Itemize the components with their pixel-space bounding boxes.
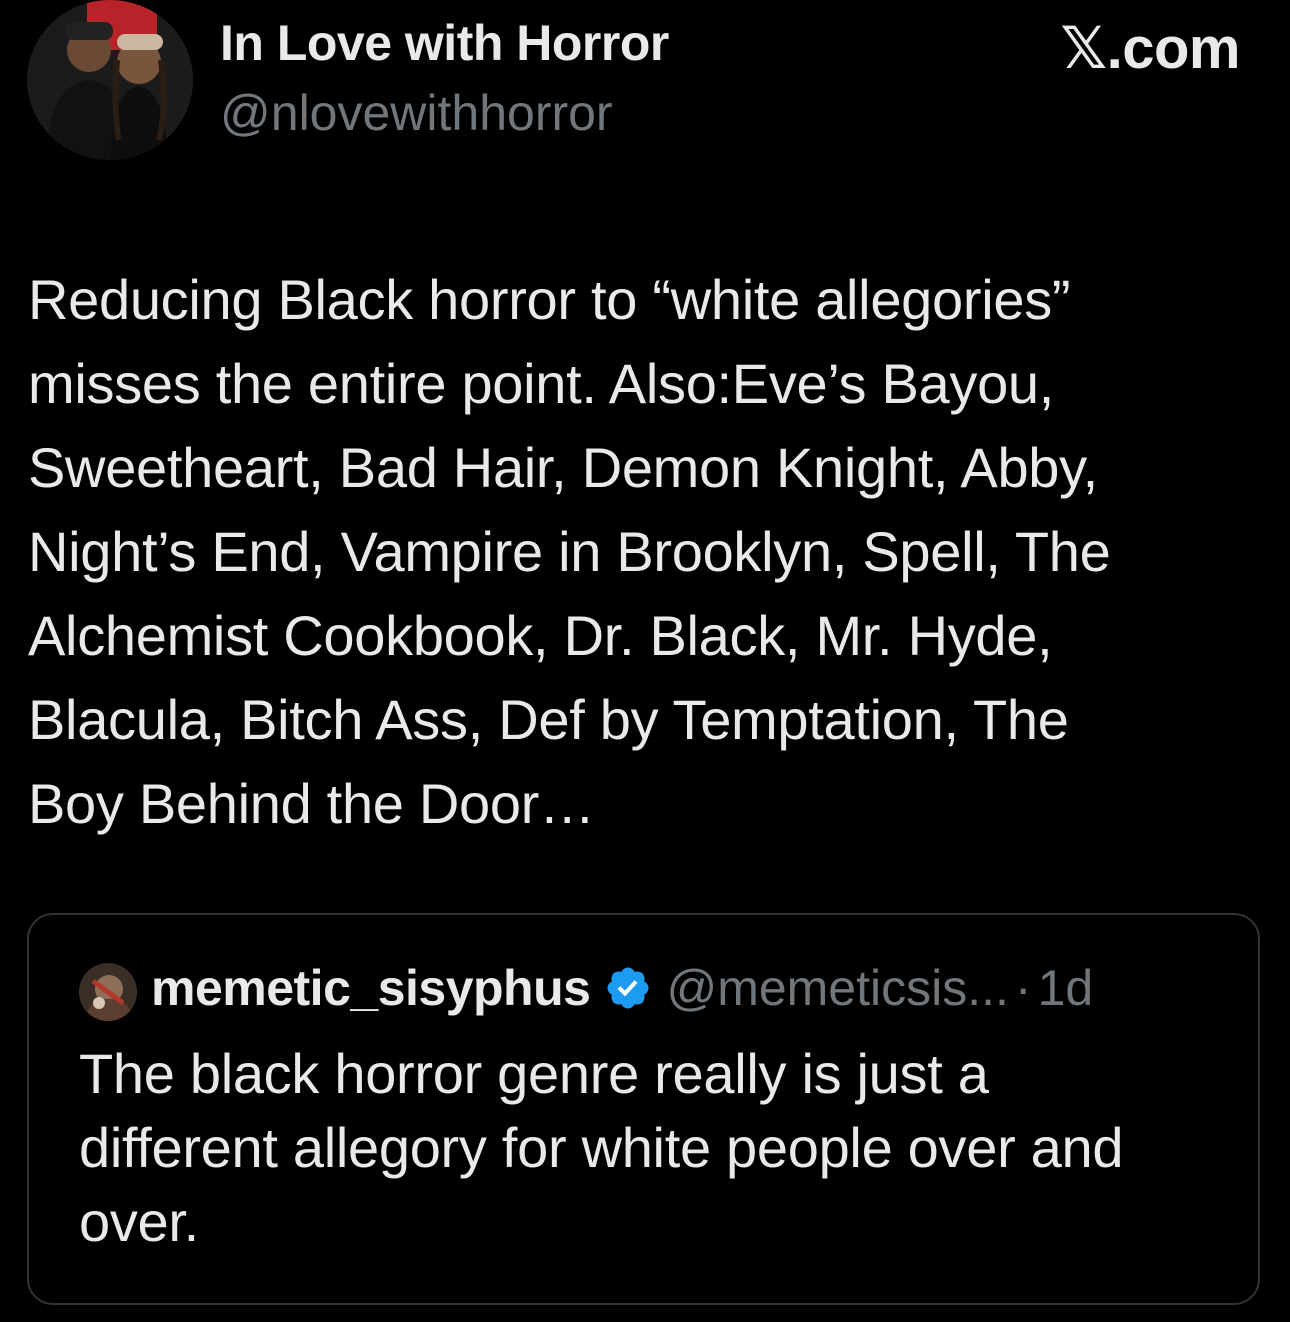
quoted-tweet-text: The black horror genre really is just a … — [79, 1037, 1209, 1259]
tweet-text-line: Night’s End, Vampire in Brooklyn, Spell,… — [28, 520, 1111, 583]
author-handle[interactable]: @nlovewithhorror — [220, 84, 613, 142]
separator-dot: · — [1014, 960, 1032, 1016]
author-avatar[interactable] — [27, 0, 193, 160]
quoted-tweet-header: memetic_sisyphus @memeticsis... · 1d — [151, 959, 1093, 1017]
tweet-text-line: Alchemist Cookbook, Dr. Black, Mr. Hyde, — [28, 604, 1053, 667]
quoted-author-avatar[interactable] — [79, 963, 137, 1021]
site-logo: 𝕏.com — [1060, 16, 1240, 81]
tweet-text-line: Reducing Black horror to “white allegori… — [28, 268, 1071, 331]
quoted-text-line: over. — [79, 1190, 199, 1253]
quoted-profile-photo-icon — [79, 963, 137, 1021]
author-name[interactable]: In Love with Horror — [220, 14, 669, 72]
quoted-author-handle[interactable]: @memeticsis... — [666, 959, 1008, 1017]
tweet-text-line: Boy Behind the Door… — [28, 772, 595, 835]
quoted-tweet-timestamp[interactable]: 1d — [1038, 959, 1094, 1017]
tweet-text: Reducing Black horror to “white allegori… — [28, 258, 1273, 846]
verified-badge-icon — [607, 967, 649, 1009]
quoted-author-name[interactable]: memetic_sisyphus — [151, 959, 591, 1017]
quoted-tweet-card[interactable]: memetic_sisyphus @memeticsis... · 1d The… — [27, 913, 1260, 1305]
quoted-text-line: different allegory for white people over… — [79, 1116, 1124, 1179]
tweet-text-line: Sweetheart, Bad Hair, Demon Knight, Abby… — [28, 436, 1098, 499]
quoted-text-line: The black horror genre really is just a — [79, 1042, 989, 1105]
profile-photo-icon — [27, 0, 193, 160]
tweet-text-line: misses the entire point. Also:Eve’s Bayo… — [28, 352, 1055, 415]
tweet-text-line: Blacula, Bitch Ass, Def by Temptation, T… — [28, 688, 1069, 751]
